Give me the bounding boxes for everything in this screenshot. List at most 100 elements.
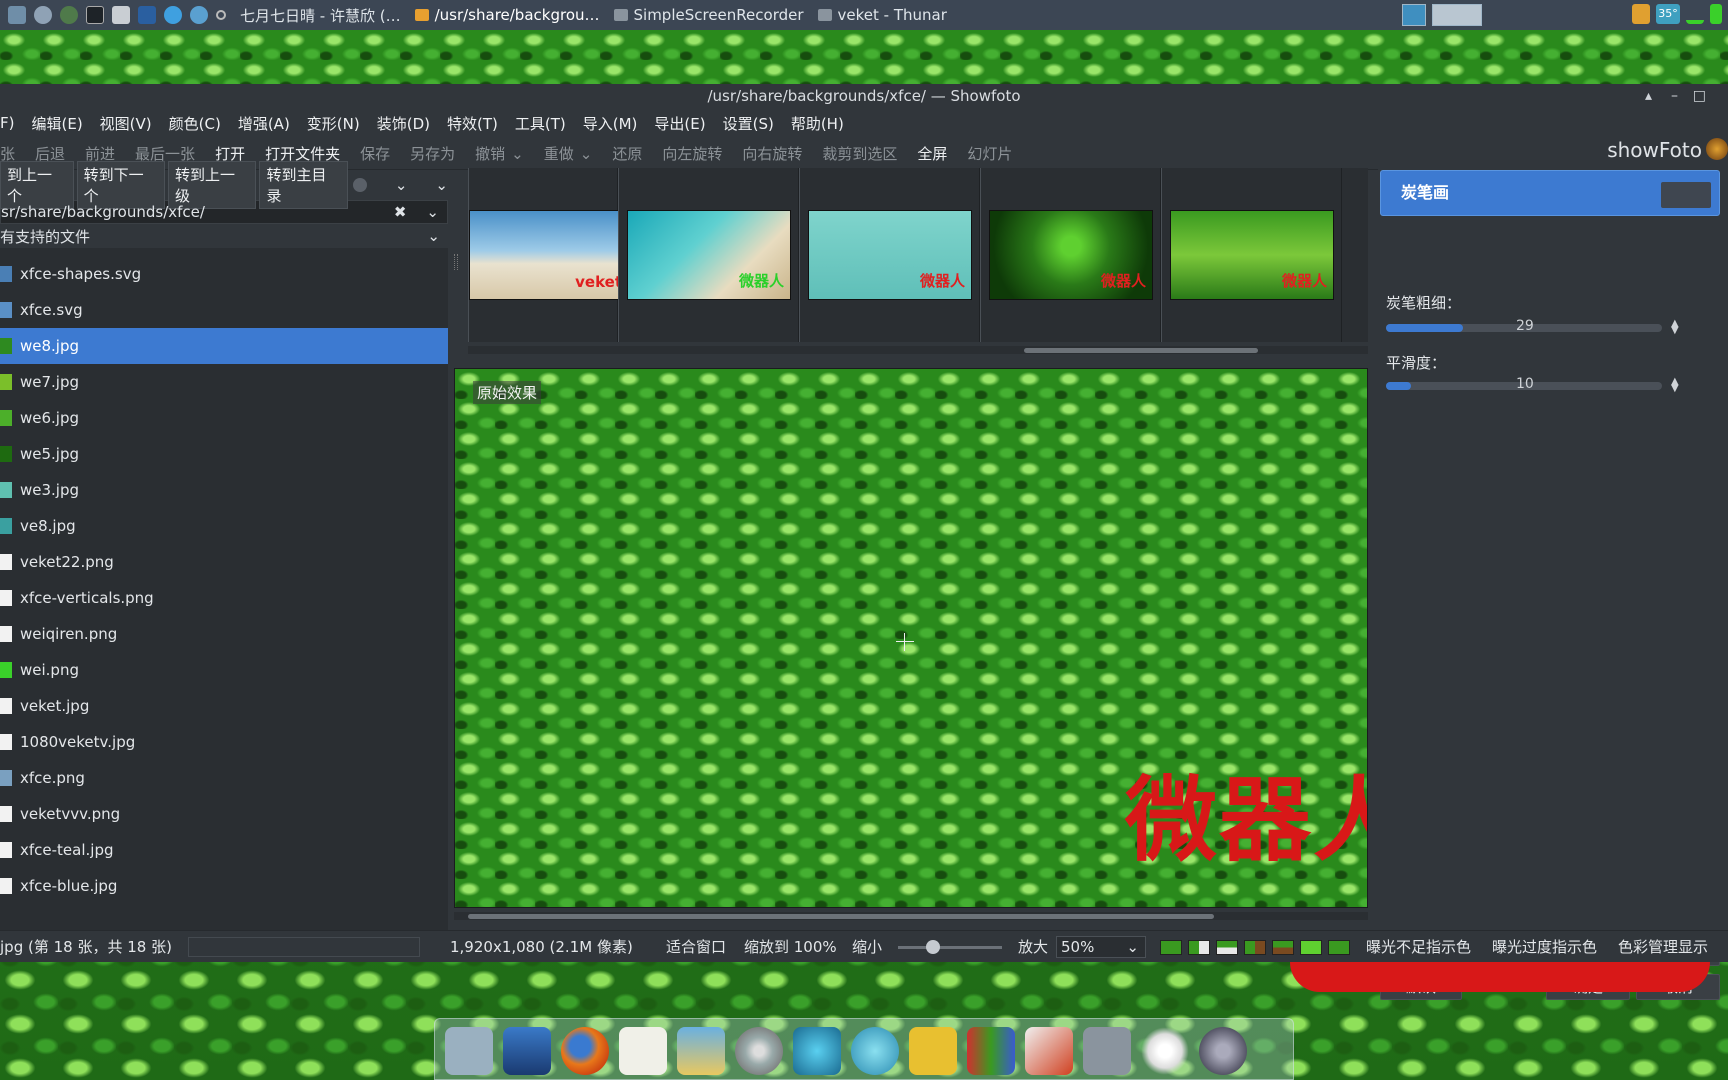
toolbar-slideshow[interactable]: 幻灯片: [967, 143, 1012, 164]
globe-icon[interactable]: [190, 6, 208, 24]
file-list-item[interactable]: xfce.png: [0, 760, 448, 796]
media-player-icon[interactable]: [851, 1027, 899, 1075]
view-preview-icon[interactable]: [1300, 940, 1322, 955]
view-stacked-icon[interactable]: [1272, 940, 1294, 955]
thumbnail-item[interactable]: 微器人: [799, 168, 980, 342]
file-list-item[interactable]: we6.jpg: [0, 400, 448, 436]
thumbnail-item[interactable]: 微器人: [1161, 168, 1342, 342]
note-icon[interactable]: [1632, 4, 1650, 24]
file-list-item[interactable]: we8.jpg: [0, 328, 448, 364]
scrollbar-thumb[interactable]: [468, 914, 1214, 919]
go-home-button[interactable]: 转到主目录: [259, 161, 348, 209]
keyboard-icon[interactable]: [1083, 1027, 1131, 1075]
thumbnail-item[interactable]: veket: [468, 168, 629, 342]
menu-view[interactable]: 视图(V): [100, 113, 152, 134]
menu-help[interactable]: 帮助(H): [791, 113, 844, 134]
disc-icon[interactable]: [735, 1027, 783, 1075]
task-showfoto[interactable]: /usr/share/backgrou…: [414, 6, 600, 24]
toolbar-fullscreen[interactable]: 全屏: [917, 143, 947, 164]
spin-arrows-icon[interactable]: ▲ ▼: [1671, 319, 1679, 336]
toolbar-revert[interactable]: 还原: [612, 143, 642, 164]
go-next-button[interactable]: 转到下一个: [76, 161, 166, 209]
zoom-slider[interactable]: [898, 946, 1002, 949]
file-list-item[interactable]: veketvvv.png: [0, 796, 448, 832]
task-music-player[interactable]: 七月七日晴 - 许慧欣 (…: [240, 5, 401, 26]
fit-window-button[interactable]: 适合窗口: [666, 931, 726, 963]
settings-icon[interactable]: [34, 6, 52, 24]
rocket-icon[interactable]: [1025, 1027, 1073, 1075]
clock-icon[interactable]: [164, 6, 182, 24]
go-up-button[interactable]: 转到上一级: [168, 161, 257, 209]
firefox-icon[interactable]: [561, 1027, 609, 1075]
file-list-item[interactable]: xfce.svg: [0, 292, 448, 328]
chevron-down-icon[interactable]: ⌄: [395, 176, 408, 194]
file-list-item[interactable]: xfce-shapes.svg: [0, 256, 448, 292]
menu-color[interactable]: 颜色(C): [169, 113, 221, 134]
maximize-icon[interactable]: □: [1693, 84, 1706, 108]
toolbar-rotate-right[interactable]: 向右旋转: [742, 143, 802, 164]
toolbar-undo[interactable]: 撤销: [475, 143, 505, 164]
chevron-down-icon[interactable]: ⌄: [580, 145, 593, 163]
image-canvas[interactable]: 原始效果 微器人: [454, 368, 1368, 908]
battery-icon[interactable]: [1710, 4, 1722, 24]
terminal-icon[interactable]: [86, 6, 104, 24]
menu-settings[interactable]: 设置(S): [723, 113, 774, 134]
globe-icon[interactable]: [1199, 1027, 1247, 1075]
chevron-down-icon[interactable]: ⌄: [427, 227, 440, 245]
printer-icon[interactable]: [112, 6, 130, 24]
circle-icon[interactable]: [216, 10, 226, 20]
task-screen-recorder[interactable]: SimpleScreenRecorder: [613, 6, 804, 24]
view-original-icon[interactable]: [1160, 940, 1182, 955]
canvas-scrollbar[interactable]: [454, 912, 1368, 920]
network-icon[interactable]: [793, 1027, 841, 1075]
gear-icon[interactable]: [1141, 1027, 1189, 1075]
desktop-icon[interactable]: [8, 6, 26, 24]
menu-tools[interactable]: 工具(T): [515, 113, 566, 134]
color-management-button[interactable]: 色彩管理显示: [1618, 931, 1708, 963]
file-manager-icon[interactable]: [445, 1027, 493, 1075]
toolbar-crop[interactable]: 裁剪到选区: [822, 143, 897, 164]
wifi-icon[interactable]: [1686, 4, 1704, 24]
file-list-item[interactable]: xfce-blue.jpg: [0, 868, 448, 904]
text-editor-icon[interactable]: [619, 1027, 667, 1075]
zoom-combo[interactable]: 50% ⌄: [1056, 936, 1146, 958]
chevron-down-icon[interactable]: ⌄: [435, 176, 448, 194]
menu-transform[interactable]: 变形(N): [307, 113, 360, 134]
toggle-icon[interactable]: [352, 178, 367, 192]
toolbar-save[interactable]: 保存: [360, 143, 390, 164]
zoom-out-button[interactable]: 缩小: [852, 931, 882, 963]
file-filter-combo[interactable]: 有支持的文件 ⌄: [0, 224, 448, 248]
file-list-item[interactable]: 1080veketv.jpg: [0, 724, 448, 760]
toolbar-rotate-left[interactable]: 向左旋转: [662, 143, 722, 164]
zoom-in-button[interactable]: 放大: [1018, 931, 1048, 963]
spin-arrows-icon[interactable]: ▲ ▼: [1671, 377, 1679, 394]
view-mouse-icon[interactable]: [1328, 940, 1350, 955]
workspace-2[interactable]: [1432, 4, 1482, 26]
thumbnail-item[interactable]: 微器人: [618, 168, 799, 342]
file-list-item[interactable]: xfce-teal.jpg: [0, 832, 448, 868]
file-list-item[interactable]: we3.jpg: [0, 472, 448, 508]
menu-decorate[interactable]: 装饰(D): [377, 113, 430, 134]
clear-icon[interactable]: ✖: [394, 203, 407, 221]
view-split-vertical-icon[interactable]: [1188, 940, 1210, 955]
scrollbar-thumb[interactable]: [1024, 348, 1258, 353]
menu-export[interactable]: 导出(E): [654, 113, 705, 134]
view-side-by-side-icon[interactable]: [1244, 940, 1266, 955]
chevron-down-icon[interactable]: ⌄: [426, 203, 439, 221]
computer-icon[interactable]: [503, 1027, 551, 1075]
workspace-1[interactable]: [1402, 4, 1426, 26]
go-previous-button[interactable]: 到上一个: [0, 161, 74, 209]
shade-icon[interactable]: ▴: [1645, 84, 1652, 108]
thumbnail-scrollbar[interactable]: [468, 346, 1368, 354]
view-split-horizontal-icon[interactable]: [1216, 940, 1238, 955]
chevron-down-icon[interactable]: ⌄: [511, 145, 524, 163]
toolbar-redo[interactable]: 重做: [544, 143, 574, 164]
file-list-item[interactable]: ve8.jpg: [0, 508, 448, 544]
menu-effects[interactable]: 特效(T): [447, 113, 498, 134]
file-list-item[interactable]: we5.jpg: [0, 436, 448, 472]
toolbar-save-as[interactable]: 另存为: [410, 143, 455, 164]
file-list-item[interactable]: wei.png: [0, 652, 448, 688]
minimize-icon[interactable]: –: [1671, 84, 1678, 108]
menu-enhance[interactable]: 增强(A): [238, 113, 290, 134]
file-list-item[interactable]: xfce-verticals.png: [0, 580, 448, 616]
